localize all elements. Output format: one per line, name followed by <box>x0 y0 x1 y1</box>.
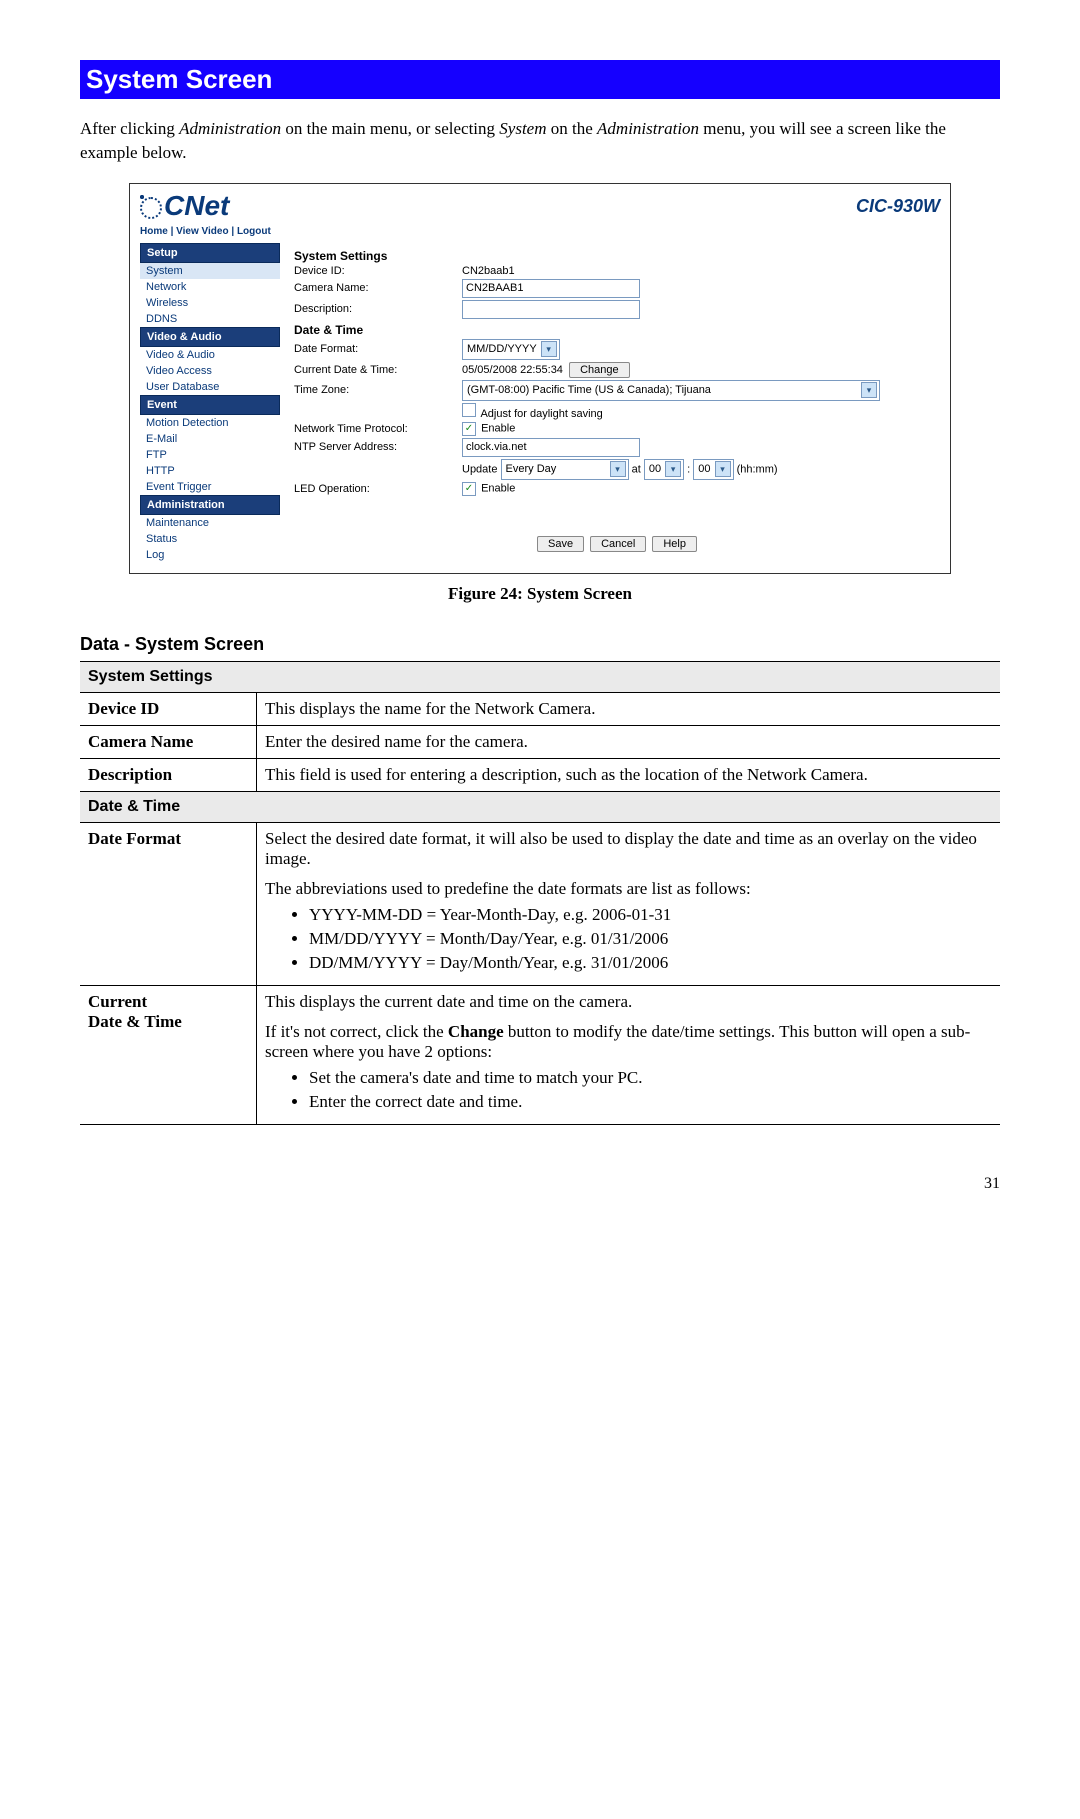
change-button[interactable]: Change <box>569 362 630 378</box>
section-date-time: Date & Time <box>80 791 1000 822</box>
description-input[interactable] <box>462 300 640 319</box>
ntp-enable-checkbox[interactable]: ✓ <box>462 422 476 436</box>
update-label: Update <box>462 463 497 475</box>
led-label: LED Operation: <box>294 483 454 495</box>
system-settings-heading: System Settings <box>294 249 940 263</box>
hhmm-hint: (hh:mm) <box>737 463 778 475</box>
ntp-enable-label: Enable <box>481 422 515 434</box>
chevron-down-icon: ▾ <box>715 461 731 477</box>
timezone-label: Time Zone: <box>294 384 454 396</box>
nav-user-database[interactable]: User Database <box>140 379 280 395</box>
row-description-label: Description <box>80 758 257 791</box>
update-frequency-select[interactable]: Every Day ▾ <box>501 459 629 480</box>
nav-motion-detection[interactable]: Motion Detection <box>140 415 280 431</box>
description-label: Description: <box>294 303 454 315</box>
led-enable-checkbox[interactable]: ✓ <box>462 482 476 496</box>
nav-maintenance[interactable]: Maintenance <box>140 515 280 531</box>
row-description-desc: This field is used for entering a descri… <box>257 758 1001 791</box>
sidebar-nav: Setup System Network Wireless DDNS Video… <box>140 243 280 563</box>
cancel-button[interactable]: Cancel <box>590 536 646 552</box>
row-device-id-desc: This displays the name for the Network C… <box>257 692 1001 725</box>
breadcrumb-view-video[interactable]: View Video <box>176 226 228 237</box>
date-format-label: Date Format: <box>294 343 454 355</box>
intro-paragraph: After clicking Administration on the mai… <box>80 117 1000 165</box>
nav-video-audio[interactable]: Video & Audio <box>140 347 280 363</box>
row-device-id-label: Device ID <box>80 692 257 725</box>
nav-event-trigger[interactable]: Event Trigger <box>140 479 280 495</box>
daylight-checkbox[interactable] <box>462 403 476 417</box>
data-table: System Settings Device ID This displays … <box>80 661 1000 1125</box>
current-datetime-label: Current Date & Time: <box>294 364 454 376</box>
hour-select[interactable]: 00▾ <box>644 459 684 480</box>
logo-icon <box>140 195 162 217</box>
camera-name-input[interactable] <box>462 279 640 298</box>
nav-status[interactable]: Status <box>140 531 280 547</box>
figure-caption: Figure 24: System Screen <box>80 584 1000 604</box>
model-label: CIC-930W <box>856 196 940 217</box>
chevron-down-icon: ▾ <box>861 382 877 398</box>
device-id-label: Device ID: <box>294 265 454 277</box>
nav-http[interactable]: HTTP <box>140 463 280 479</box>
nav-log[interactable]: Log <box>140 547 280 563</box>
nav-ddns[interactable]: DDNS <box>140 311 280 327</box>
page-number: 31 <box>80 1175 1000 1193</box>
nav-setup-header: Setup <box>140 243 280 263</box>
nav-video-access[interactable]: Video Access <box>140 363 280 379</box>
nav-event-header: Event <box>140 395 280 415</box>
chevron-down-icon: ▾ <box>610 461 626 477</box>
at-label: at <box>632 463 644 475</box>
nav-ftp[interactable]: FTP <box>140 447 280 463</box>
camera-name-label: Camera Name: <box>294 282 454 294</box>
minute-select[interactable]: 00▾ <box>693 459 733 480</box>
nav-admin-header: Administration <box>140 495 280 515</box>
breadcrumb-logout[interactable]: Logout <box>237 226 271 237</box>
chevron-down-icon: ▾ <box>541 341 557 357</box>
date-format-select[interactable]: MM/DD/YYYY ▾ <box>462 339 560 360</box>
row-camera-name-label: Camera Name <box>80 725 257 758</box>
nav-video-audio-header: Video & Audio <box>140 327 280 347</box>
ntp-label: Network Time Protocol: <box>294 423 454 435</box>
ntp-server-label: NTP Server Address: <box>294 441 454 453</box>
nav-wireless[interactable]: Wireless <box>140 295 280 311</box>
section-system-settings: System Settings <box>80 661 1000 692</box>
timezone-select[interactable]: (GMT-08:00) Pacific Time (US & Canada); … <box>462 380 880 401</box>
breadcrumb: Home | View Video | Logout <box>130 226 950 243</box>
nav-network[interactable]: Network <box>140 279 280 295</box>
daylight-label: Adjust for daylight saving <box>480 408 602 420</box>
chevron-down-icon: ▾ <box>665 461 681 477</box>
row-current-dt-label: Current Date & Time <box>80 985 257 1124</box>
breadcrumb-home[interactable]: Home <box>140 226 168 237</box>
nav-system[interactable]: System <box>140 263 280 279</box>
row-date-format-label: Date Format <box>80 822 257 985</box>
device-id-value: CN2baab1 <box>462 265 940 277</box>
row-date-format-desc: Select the desired date format, it will … <box>257 822 1001 985</box>
row-camera-name-desc: Enter the desired name for the camera. <box>257 725 1001 758</box>
ntp-server-input[interactable] <box>462 438 640 457</box>
cnet-logo: CNet <box>140 190 229 222</box>
system-screen-screenshot: CNet CIC-930W Home | View Video | Logout… <box>129 183 951 574</box>
content-panel: System Settings Device ID: CN2baab1 Came… <box>294 243 940 563</box>
page-title: System Screen <box>80 60 1000 99</box>
save-button[interactable]: Save <box>537 536 584 552</box>
row-current-dt-desc: This displays the current date and time … <box>257 985 1001 1124</box>
current-datetime-value: 05/05/2008 22:55:34 <box>462 364 563 376</box>
help-button[interactable]: Help <box>652 536 697 552</box>
data-section-heading: Data - System Screen <box>80 634 1000 655</box>
nav-email[interactable]: E-Mail <box>140 431 280 447</box>
led-enable-label: Enable <box>481 482 515 494</box>
datetime-heading: Date & Time <box>294 323 940 337</box>
